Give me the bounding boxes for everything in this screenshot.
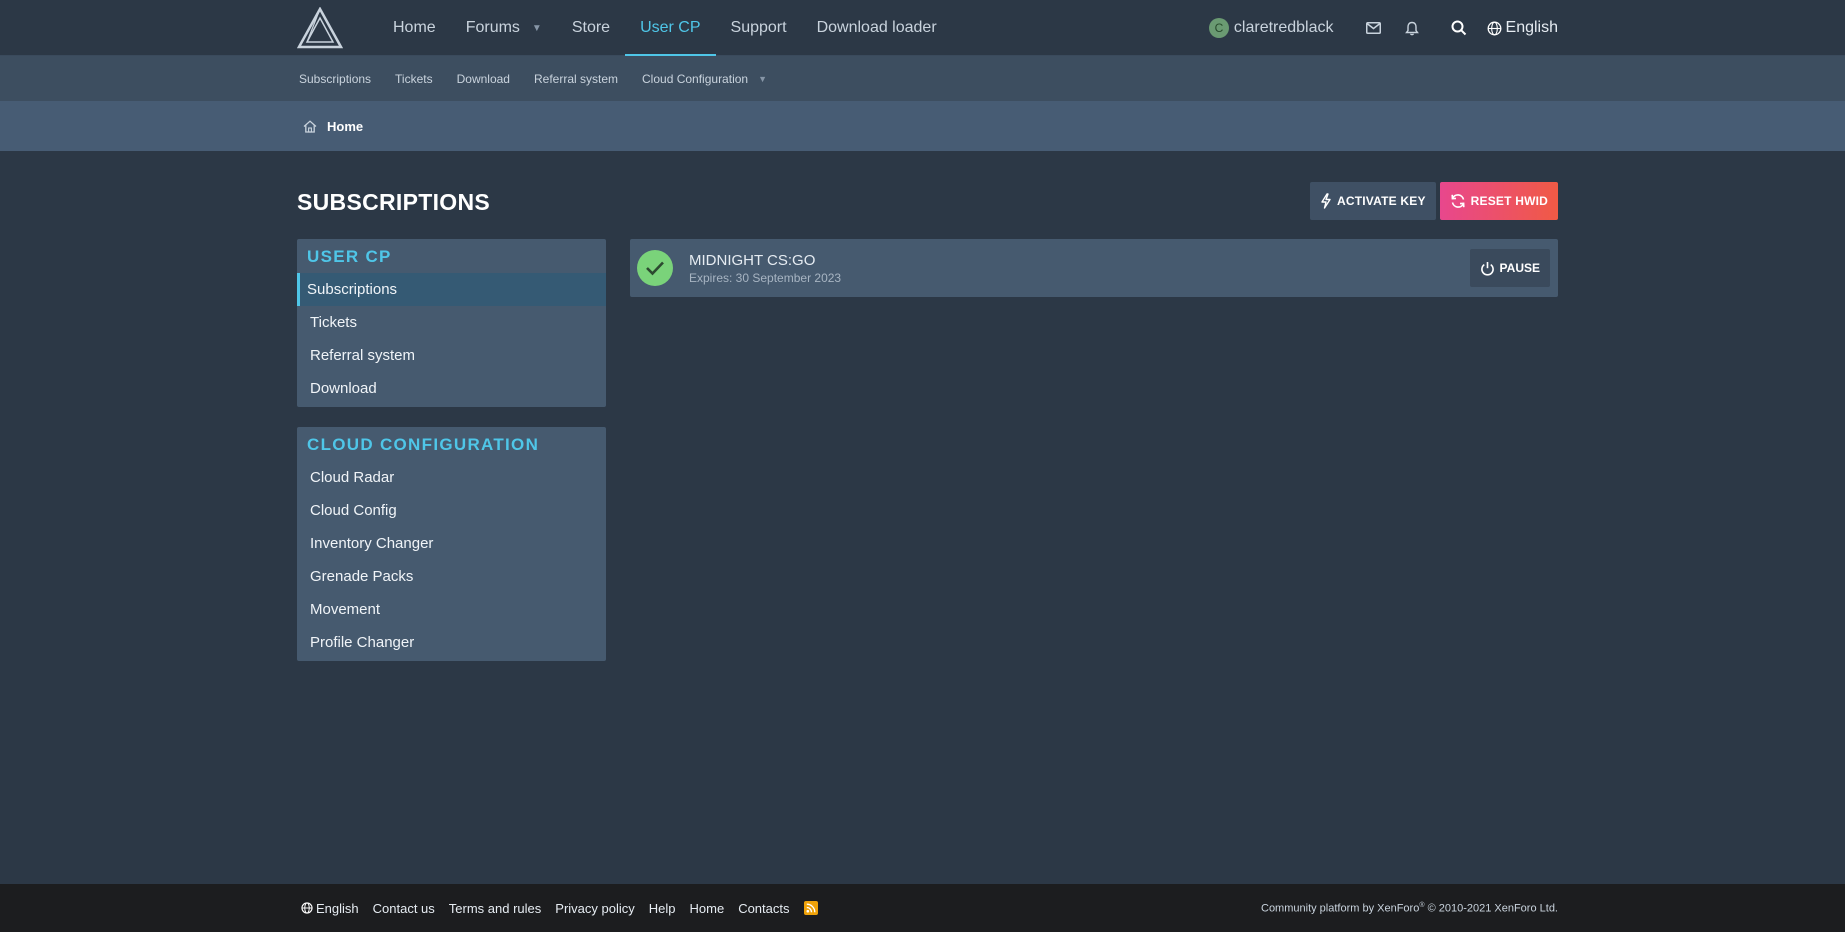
copyright-notice[interactable]: Community platform by XenForo® © 2010-20… — [1261, 902, 1558, 915]
sidebar-item-movement[interactable]: Movement — [297, 593, 606, 626]
footer-contact-us-link[interactable]: Contact us — [373, 901, 435, 916]
breadcrumb-home[interactable]: Home — [303, 119, 363, 134]
subscriptions-list: MIDNIGHT CS:GO Expires: 30 September 202… — [630, 239, 1558, 297]
subscription-name: MIDNIGHT CS:GO — [689, 251, 816, 269]
top-navigation: Home Forums ▼ Store User CP Support Downl… — [0, 0, 1845, 56]
footer: English Contact us Terms and rules Priva… — [0, 884, 1845, 932]
chevron-down-icon[interactable]: ▼ — [532, 23, 542, 34]
sidebar-item-grenade-packs[interactable]: Grenade Packs — [297, 560, 606, 593]
nav-tab-usercp[interactable]: User CP — [625, 0, 716, 56]
pause-button[interactable]: PAUSE — [1469, 249, 1550, 287]
sidebar-item-referral-system[interactable]: Referral system — [297, 339, 606, 372]
breadcrumb-label: Home — [327, 118, 364, 134]
footer-language-link[interactable]: English — [301, 901, 359, 916]
globe-icon — [1487, 21, 1501, 35]
sidebar-block-usercp: USER CP Subscriptions Tickets Referral s… — [297, 239, 606, 407]
subnav-item-referral[interactable]: Referral system — [522, 72, 630, 86]
user-menu-link[interactable]: C claretredblack — [1208, 18, 1334, 38]
copyright-prefix: Community platform by XenForo — [1261, 902, 1420, 915]
sidebar-item-inventory-changer[interactable]: Inventory Changer — [297, 527, 606, 560]
activate-key-label: ACTIVATE KEY — [1337, 194, 1426, 208]
reset-hwid-button[interactable]: RESET HWID — [1439, 182, 1558, 220]
reset-hwid-label: RESET HWID — [1470, 194, 1548, 208]
sidebar-item-tickets[interactable]: Tickets — [297, 306, 606, 339]
subnav-item-label: Cloud Configuration — [642, 71, 749, 86]
search-icon[interactable] — [1440, 0, 1479, 56]
copyright-suffix: © 2010-2021 XenForo Ltd. — [1424, 902, 1558, 915]
sidebar-item-cloud-config[interactable]: Cloud Config — [297, 494, 606, 527]
nav-tab-forums[interactable]: Forums ▼ — [451, 0, 557, 56]
nav-tab-home[interactable]: Home — [378, 0, 451, 56]
rss-icon[interactable] — [803, 901, 818, 915]
nav-tab-label: Store — [571, 19, 611, 36]
nav-tab-support[interactable]: Support — [716, 0, 802, 56]
footer-terms-link[interactable]: Terms and rules — [449, 901, 541, 916]
subscription-expiry: Expires: 30 September 2023 — [689, 270, 842, 285]
sidebar-block-title: USER CP — [307, 247, 392, 266]
subnav-item-cloud-configuration[interactable]: Cloud Configuration ▼ — [630, 72, 779, 86]
footer-help-link[interactable]: Help — [649, 901, 676, 916]
sub-navigation: Subscriptions Tickets Download Referral … — [0, 56, 1845, 101]
footer-home-link[interactable]: Home — [690, 901, 725, 916]
nav-tab-label: User CP — [640, 19, 701, 36]
nav-tab-label: Home — [393, 19, 436, 36]
nav-tab-label: Forums — [465, 19, 520, 36]
avatar: C — [1208, 18, 1229, 38]
chevron-down-icon[interactable]: ▼ — [758, 74, 767, 84]
pause-label: PAUSE — [1499, 261, 1540, 275]
bell-icon[interactable] — [1393, 0, 1432, 56]
bolt-icon — [1321, 193, 1331, 209]
sidebar-item-cloud-radar[interactable]: Cloud Radar — [297, 461, 606, 494]
sidebar-block-cloud-configuration: CLOUD CONFIGURATION Cloud Radar Cloud Co… — [297, 427, 606, 661]
globe-icon — [301, 902, 313, 914]
page-title: SUBSCRIPTIONS — [297, 189, 491, 215]
subscription-card: MIDNIGHT CS:GO Expires: 30 September 202… — [630, 239, 1558, 297]
nav-tab-label: Download loader — [816, 19, 937, 36]
breadcrumb: Home — [0, 101, 1845, 151]
subnav-item-tickets[interactable]: Tickets — [383, 72, 445, 86]
refresh-icon — [1451, 194, 1465, 208]
sidebar-block-title: CLOUD CONFIGURATION — [307, 435, 540, 454]
page-header: SUBSCRIPTIONS ACTIVATE KEY RESET HWID — [0, 151, 1845, 239]
main-content: USER CP Subscriptions Tickets Referral s… — [0, 239, 1845, 661]
language-selector[interactable]: English — [1487, 19, 1558, 37]
check-icon — [637, 250, 673, 286]
home-icon — [303, 119, 317, 133]
language-label: English — [1505, 19, 1558, 36]
subnav-item-download[interactable]: Download — [445, 72, 522, 86]
sidebar-item-subscriptions[interactable]: Subscriptions — [297, 273, 606, 306]
username: claretredblack — [1233, 19, 1334, 36]
nav-tab-store[interactable]: Store — [557, 0, 625, 56]
subnav-item-subscriptions[interactable]: Subscriptions — [297, 72, 383, 86]
footer-link-label: English — [316, 900, 359, 916]
activate-key-button[interactable]: ACTIVATE KEY — [1310, 182, 1436, 220]
logo-icon[interactable] — [297, 6, 345, 50]
nav-tab-label: Support — [730, 19, 787, 36]
footer-contacts-link[interactable]: Contacts — [738, 901, 789, 916]
sidebar: USER CP Subscriptions Tickets Referral s… — [297, 239, 606, 681]
nav-tab-download-loader[interactable]: Download loader — [802, 0, 952, 56]
sidebar-item-profile-changer[interactable]: Profile Changer — [297, 626, 606, 659]
power-icon — [1480, 261, 1494, 276]
footer-privacy-link[interactable]: Privacy policy — [555, 901, 634, 916]
envelope-icon[interactable] — [1354, 0, 1393, 56]
sidebar-item-download[interactable]: Download — [297, 372, 606, 405]
